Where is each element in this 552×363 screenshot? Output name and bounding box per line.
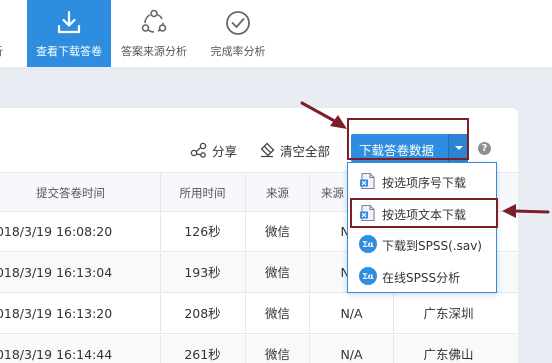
annotation-arrow <box>300 101 347 129</box>
table-row[interactable]: 2018/3/19 16:13:20 208秒 微信 N/A 广东深圳 <box>0 294 518 334</box>
cell-source-2: N/A <box>309 294 393 334</box>
cell-area: 广东佛山 <box>393 335 503 363</box>
tab-completion-analysis[interactable]: 完成率分析 <box>196 0 280 67</box>
menu-item-label: 下载到SPSS(.sav) <box>382 239 482 253</box>
menu-item-download-by-option-number[interactable]: 按选项序号下载 <box>348 166 496 196</box>
top-toolbar: 析 查看下载答卷 答案来源分析 完成率分析 <box>0 0 552 67</box>
cell-source: 微信 <box>245 212 309 252</box>
toolbar-item-partial[interactable]: 析 <box>0 0 16 67</box>
cell-source: 微信 <box>245 294 309 334</box>
share-nodes-icon <box>141 9 167 33</box>
tab-view-download[interactable]: 查看下载答卷 <box>27 0 111 67</box>
cell-duration: 193秒 <box>160 253 244 293</box>
clear-all-button[interactable]: 清空全部 <box>258 140 330 160</box>
column-header-source[interactable]: 来源 <box>245 173 309 213</box>
tab-source-analysis[interactable]: 答案来源分析 <box>112 0 196 67</box>
table-row[interactable]: 2018/3/19 16:14:44 261秒 微信 N/A 广东佛山 <box>0 335 518 363</box>
cell-submit-time: 2018/3/19 16:13:04 <box>0 265 113 280</box>
file-x-icon <box>360 172 375 190</box>
eraser-icon <box>260 142 275 158</box>
help-icon[interactable]: ? <box>478 142 491 155</box>
toolbar-item-label: 析 <box>0 43 3 59</box>
cell-source: 微信 <box>245 253 309 293</box>
clear-all-label: 清空全部 <box>280 143 331 159</box>
spss-icon: Σα <box>359 235 377 253</box>
menu-item-label: 按选项序号下载 <box>382 176 467 190</box>
tab-label: 答案来源分析 <box>121 45 187 58</box>
share-label: 分享 <box>212 143 238 159</box>
share-button[interactable]: 分享 <box>190 140 237 160</box>
download-icon <box>57 10 81 34</box>
cell-submit-time: 2018/3/19 16:08:20 <box>0 224 113 239</box>
column-header-duration[interactable]: 所用时间 <box>160 173 244 213</box>
cell-duration: 126秒 <box>160 212 244 252</box>
highlight-box <box>350 198 498 228</box>
tab-label: 完成率分析 <box>210 45 266 58</box>
menu-item-online-spss-analysis[interactable]: Σα 在线SPSS分析 <box>348 261 496 291</box>
cell-source-2: N/A <box>309 335 393 363</box>
highlight-box <box>347 118 469 160</box>
cell-duration: 261秒 <box>160 335 244 363</box>
spss-icon: Σα <box>359 267 377 285</box>
cell-source: 微信 <box>245 335 309 363</box>
menu-item-label: 在线SPSS分析 <box>382 271 461 285</box>
cell-submit-time: 2018/3/19 16:14:44 <box>0 347 113 362</box>
tab-label: 查看下载答卷 <box>36 45 102 58</box>
check-circle-icon <box>226 11 250 35</box>
annotation-arrow <box>502 204 550 218</box>
menu-item-download-spss[interactable]: Σα 下载到SPSS(.sav) <box>348 229 496 259</box>
cell-submit-time: 2018/3/19 16:13:20 <box>0 306 113 321</box>
cell-duration: 208秒 <box>160 294 244 334</box>
share-icon <box>190 142 207 158</box>
cell-area: 广东深圳 <box>393 294 503 334</box>
